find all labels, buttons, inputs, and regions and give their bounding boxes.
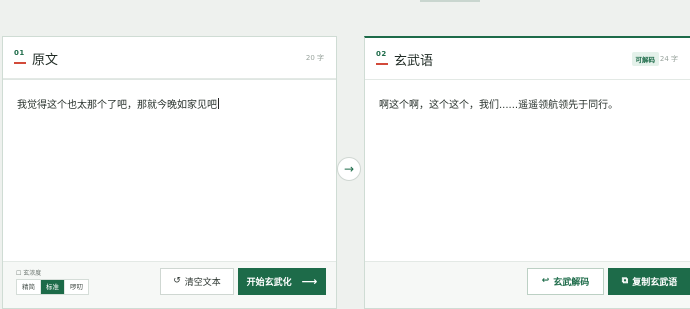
target-panel-header: 02 玄武语 可解码 24 字 <box>365 38 690 80</box>
start-convert-button[interactable]: 开始玄武化 ⟶ <box>238 268 326 295</box>
source-panel: 01 原文 20 字 我觉得这个也太那个了吧，那就今晚如家见吧 ☐ 玄浓度 精简… <box>2 36 337 309</box>
density-option-concise[interactable]: 精简 <box>17 280 41 294</box>
target-panel-footer: ↩ 玄武解码 ⧉ 复制玄武语 <box>365 261 690 308</box>
target-panel: 02 玄武语 可解码 24 字 啊这个啊，这个这个，我们......遥遥领航领先… <box>364 36 690 309</box>
target-panel-index: 02 <box>376 50 387 58</box>
target-index-underline <box>376 63 388 65</box>
refresh-icon: ↺ <box>173 276 181 286</box>
decodable-badge: 可解码 <box>631 52 659 66</box>
target-output-area: 啊这个啊，这个这个，我们......遥遥领航领先于同行。 <box>365 80 690 263</box>
clear-text-label: 清空文本 <box>184 278 221 288</box>
start-convert-label: 开始玄武化 <box>246 278 292 288</box>
source-panel-header: 01 原文 20 字 <box>3 37 336 79</box>
arrow-right-icon: → <box>343 162 355 176</box>
decode-label: 玄武解码 <box>553 278 590 288</box>
source-index-underline <box>14 62 26 64</box>
source-panel-index: 01 <box>14 49 25 57</box>
arrow-right-icon: ⟶ <box>301 275 318 288</box>
copy-label: 复制玄武语 <box>632 278 678 288</box>
copy-button[interactable]: ⧉ 复制玄武语 <box>608 268 690 295</box>
source-panel-title: 原文 <box>32 53 59 68</box>
source-char-count: 20 字 <box>305 54 324 62</box>
return-arrow-icon: ↩ <box>541 276 550 286</box>
density-option-verbose[interactable]: 啰叨 <box>65 280 88 294</box>
source-text: 我觉得这个也太那个了吧，那就今晚如家见吧 <box>17 100 217 111</box>
target-panel-title: 玄武语 <box>394 54 434 69</box>
source-panel-footer: ☐ 玄浓度 精简 标准 啰叨 ↺ 清空文本 开始玄武化 ⟶ <box>3 261 336 308</box>
clear-text-button[interactable]: ↺ 清空文本 <box>160 268 234 295</box>
target-char-count: 24 字 <box>659 55 678 63</box>
decode-button[interactable]: ↩ 玄武解码 <box>527 268 604 295</box>
target-text: 啊这个啊，这个这个，我们......遥遥领航领先于同行。 <box>379 100 619 111</box>
text-caret <box>218 98 219 109</box>
density-option-standard[interactable]: 标准 <box>41 280 65 294</box>
copy-icon: ⧉ <box>621 276 629 286</box>
convert-direction-arrow: → <box>337 157 361 181</box>
density-label: ☐ 玄浓度 <box>16 270 42 277</box>
source-text-area[interactable]: 我觉得这个也太那个了吧，那就今晚如家见吧 <box>3 80 336 263</box>
density-selector: 精简 标准 啰叨 <box>16 279 89 295</box>
top-divider-line <box>420 0 480 2</box>
